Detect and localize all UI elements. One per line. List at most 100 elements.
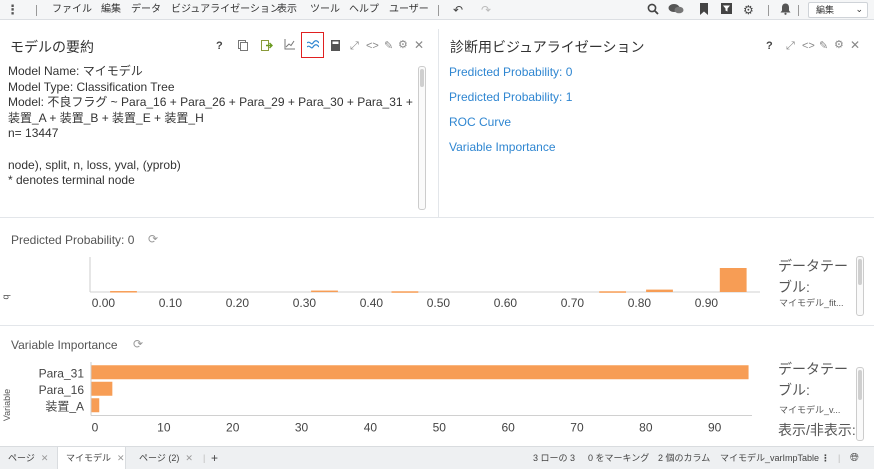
calculator-icon[interactable]: [331, 40, 340, 54]
show-hide-label[interactable]: 表示/非表示:: [778, 420, 856, 441]
expand-icon[interactable]: ⤢: [350, 40, 359, 52]
vi-x-tick-label: 80: [639, 421, 653, 435]
summary-line: * denotes terminal node: [8, 173, 135, 188]
code-icon[interactable]: <>: [366, 40, 379, 52]
menu-separator: [438, 5, 439, 16]
pp-x-tick-label: 0.00: [92, 296, 116, 310]
summary-line: [8, 142, 413, 158]
expand-icon[interactable]: ⤢: [786, 40, 795, 52]
close-icon[interactable]: ✕: [41, 453, 49, 463]
menu-file[interactable]: ファイル: [52, 3, 92, 16]
pp-data-table-name[interactable]: マイモデル_fit...: [779, 296, 844, 309]
settings-icon[interactable]: ⚙: [398, 39, 408, 51]
pp-side-scrollbar[interactable]: [856, 256, 864, 316]
chevron-down-icon: ⌄: [855, 4, 863, 14]
export-icon[interactable]: [261, 40, 273, 54]
status-bar: ページ ✕ マイモデル ✕ ページ (2) ✕ | + 3 ローの 3 0 をマーキン…: [0, 446, 874, 469]
gear-icon[interactable]: ⚙: [743, 3, 754, 17]
settings-icon[interactable]: ⚙: [834, 39, 844, 51]
vi-chart-title: Variable Importance: [11, 338, 118, 352]
more-vertical-icon[interactable]: ⋮: [6, 2, 19, 18]
vi-category-label: Para_31: [39, 366, 85, 380]
redo-icon[interactable]: ↷: [481, 3, 491, 17]
vi-side-scrollbar[interactable]: [856, 367, 864, 441]
help-icon[interactable]: ?: [766, 40, 773, 52]
refresh-icon[interactable]: ⟳: [133, 337, 143, 351]
tab-my-model[interactable]: マイモデル ✕: [57, 447, 126, 469]
close-icon[interactable]: ✕: [185, 453, 193, 463]
menu-separator: [798, 5, 799, 16]
chart-icon[interactable]: [284, 39, 295, 53]
link-predicted-probability-1[interactable]: Predicted Probability: 1: [449, 90, 572, 104]
summary-line: 装置_A + 装置_B + 装置_E + 装置_H: [8, 110, 204, 125]
more-vertical-icon[interactable]: ⋮: [821, 447, 830, 469]
summary-line: node), split, n, loss, yval, (yprob): [8, 157, 181, 172]
link-predicted-probability-0[interactable]: Predicted Probability: 0: [449, 65, 572, 79]
menu-help[interactable]: ヘルプ: [349, 3, 379, 16]
vi-x-tick-label: 50: [433, 421, 447, 435]
menu-visualization[interactable]: ビジュアライゼーション: [171, 3, 280, 16]
tab-page[interactable]: ページ ✕: [0, 447, 52, 469]
close-icon[interactable]: ✕: [117, 453, 125, 463]
copy-icon[interactable]: [238, 40, 248, 54]
vi-category-label: Para_16: [39, 383, 85, 397]
summary-line: Model Name: マイモデル: [8, 64, 143, 78]
section-divider: [0, 325, 874, 326]
tab-label: マイモデル: [66, 453, 112, 463]
vi-bar: [91, 365, 749, 380]
vi-x-tick-label: 40: [364, 421, 378, 435]
pp-bar: [391, 291, 419, 293]
pp-bar: [646, 289, 673, 292]
tab-page-2[interactable]: ページ (2) ✕: [131, 447, 203, 469]
pencil-icon[interactable]: ✎: [384, 40, 393, 52]
menu-edit[interactable]: 編集: [101, 3, 121, 16]
pp-x-tick-label: 0.50: [427, 296, 451, 310]
close-icon[interactable]: ✕: [414, 39, 424, 51]
pp-chart: 0.00 0.10 0.20 0.30 0.40 0.50 0.60 0.70 0.80 0.90: [89, 257, 760, 310]
vi-x-tick-label: 90: [708, 421, 722, 435]
vi-data-table-name[interactable]: マイモデル_v...: [779, 403, 840, 416]
vi-x-tick-label: 70: [570, 421, 584, 435]
add-page-button[interactable]: +: [211, 447, 218, 469]
vi-x-tick-label: 20: [226, 421, 240, 435]
close-icon[interactable]: ✕: [850, 39, 860, 51]
summary-text: Model Name: マイモデル Model Type: Classifica…: [8, 64, 413, 204]
pp-bar: [599, 291, 626, 293]
edit-mode-select[interactable]: 編集 ⌄: [808, 2, 868, 18]
vi-x-tick-label: 10: [157, 421, 171, 435]
vi-x-tick-label: 60: [501, 421, 515, 435]
filter-icon[interactable]: [721, 3, 732, 17]
code-icon[interactable]: <>: [802, 40, 815, 52]
pp-chart-title: Predicted Probability: 0: [11, 233, 135, 247]
menu-view[interactable]: 表示: [277, 3, 297, 16]
vi-category-label: 装置_A: [45, 399, 84, 413]
menu-tools[interactable]: ツール: [310, 3, 340, 16]
globe-icon[interactable]: 🌐︎: [850, 447, 859, 469]
row-count: 3 ローの 3: [533, 453, 576, 463]
menu-user[interactable]: ユーザー: [389, 3, 429, 16]
refresh-icon[interactable]: ⟳: [148, 232, 158, 246]
summary-scrollbar[interactable]: [418, 66, 426, 210]
summary-line: Model Type: Classification Tree: [8, 79, 175, 94]
tab-separator: |: [203, 453, 206, 463]
diagnostic-panel-title: 診断用ビジュアライゼーション: [450, 39, 645, 55]
bell-icon[interactable]: [780, 3, 791, 18]
vi-bar: [91, 398, 100, 413]
pp-x-tick-label: 0.60: [494, 296, 518, 310]
pp-bar: [110, 291, 137, 293]
summary-line: n= 13447: [8, 126, 59, 141]
pp-x-tick-label: 0.30: [293, 296, 317, 310]
collaboration-icon[interactable]: [668, 3, 684, 18]
pencil-icon[interactable]: ✎: [819, 40, 828, 52]
link-variable-importance[interactable]: Variable Importance: [449, 140, 556, 154]
menu-data[interactable]: データ: [131, 3, 161, 16]
search-icon[interactable]: [647, 3, 659, 18]
link-roc-curve[interactable]: ROC Curve: [449, 115, 511, 129]
undo-icon[interactable]: ↶: [453, 3, 463, 17]
active-tool-highlight[interactable]: [301, 32, 324, 58]
help-icon[interactable]: ?: [216, 40, 223, 52]
active-table-name[interactable]: マイモデル_varImpTable: [720, 447, 819, 469]
bookmark-icon[interactable]: [699, 3, 709, 18]
tab-label: ページ (2): [139, 453, 180, 463]
panel-divider: [438, 29, 439, 217]
